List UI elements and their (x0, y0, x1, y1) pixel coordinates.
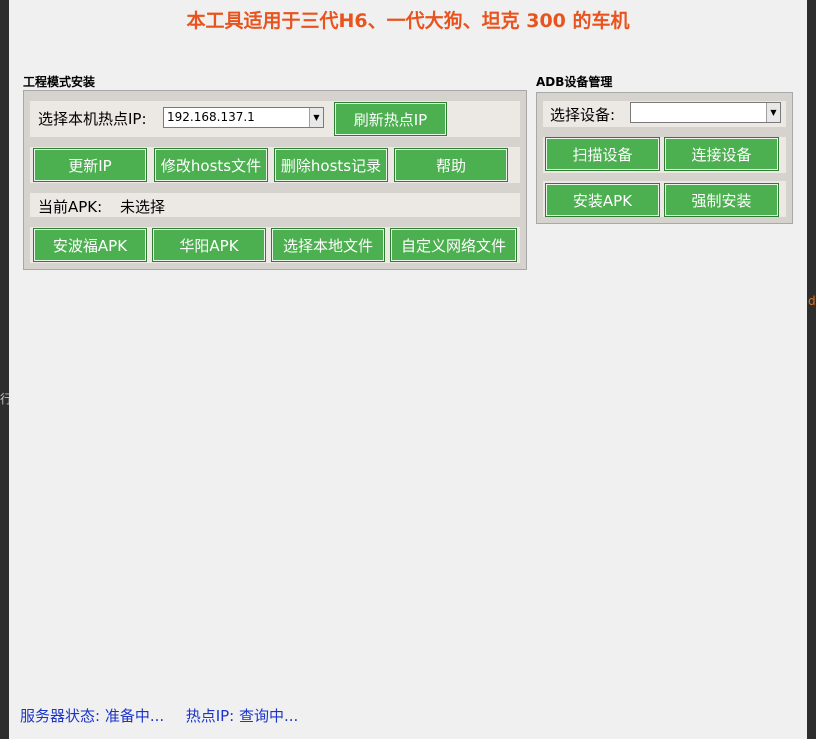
right-edge-glyph: d (808, 294, 816, 308)
device-select[interactable]: ▼ (630, 102, 781, 123)
current-apk-value: 未选择 (120, 198, 166, 216)
huayang-apk-button[interactable]: 华阳APK (152, 228, 266, 262)
current-apk-row (30, 193, 520, 217)
engineering-group-title: 工程模式安装 (23, 75, 96, 89)
refresh-hotspot-button[interactable]: 刷新热点IP (334, 102, 447, 136)
aptiv-apk-button[interactable]: 安波福APK (33, 228, 147, 262)
app-title: 本工具适用于三代H6、一代大狗、坦克 300 的车机 (186, 10, 630, 32)
hotspot-status: 热点IP: 查询中... (185, 707, 299, 725)
chevron-down-icon[interactable]: ▼ (766, 103, 780, 122)
hotspot-ip-value: 192.168.137.1 (167, 110, 255, 124)
main-window: 本工具适用于三代H6、一代大狗、坦克 300 的车机 工程模式安装 选择本机热点… (9, 0, 807, 739)
server-status: 服务器状态: 准备中... (20, 707, 165, 725)
hotspot-label: 选择本机热点IP: (38, 110, 147, 128)
custom-network-file-button[interactable]: 自定义网络文件 (390, 228, 517, 262)
force-install-button[interactable]: 强制安装 (664, 183, 779, 217)
delete-hosts-button[interactable]: 删除hosts记录 (274, 148, 388, 182)
update-ip-button[interactable]: 更新IP (33, 148, 147, 182)
choose-local-file-button[interactable]: 选择本地文件 (271, 228, 385, 262)
adb-group: 选择设备: ▼ 扫描设备 连接设备 安装APK 强制安装 (536, 92, 793, 224)
modify-hosts-button[interactable]: 修改hosts文件 (154, 148, 268, 182)
scan-devices-button[interactable]: 扫描设备 (545, 137, 660, 171)
install-apk-button[interactable]: 安装APK (545, 183, 660, 217)
engineering-group: 选择本机热点IP: 192.168.137.1 ▼ 刷新热点IP 更新IP 修改… (23, 90, 527, 270)
desktop-right-strip: d (807, 0, 816, 739)
status-bar: 服务器状态: 准备中... 热点IP: 查询中... (20, 705, 298, 726)
hotspot-ip-select[interactable]: 192.168.137.1 ▼ (163, 107, 324, 128)
device-label: 选择设备: (550, 106, 616, 124)
connect-device-button[interactable]: 连接设备 (664, 137, 779, 171)
current-apk-label: 当前APK: (38, 198, 103, 216)
chevron-down-icon[interactable]: ▼ (309, 108, 323, 127)
desktop-left-strip: 行 (0, 0, 12, 739)
help-button[interactable]: 帮助 (394, 148, 508, 182)
adb-group-title: ADB设备管理 (536, 75, 613, 89)
